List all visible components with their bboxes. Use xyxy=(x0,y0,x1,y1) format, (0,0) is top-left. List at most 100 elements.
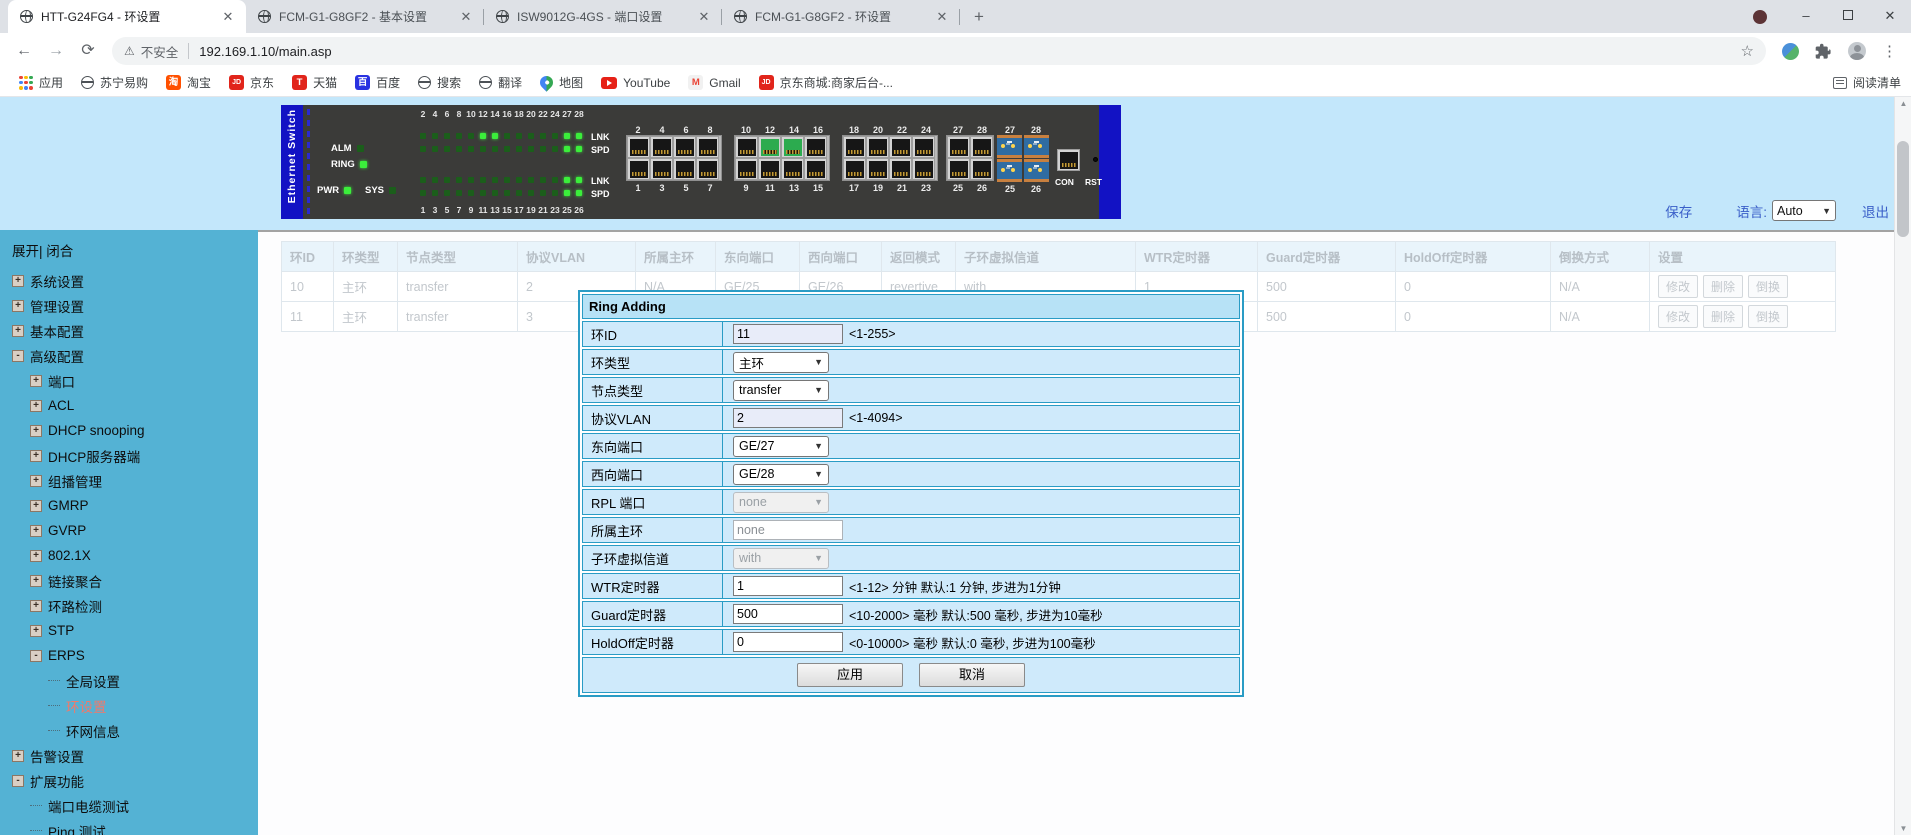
tab-close-icon[interactable]: ✕ xyxy=(696,9,712,25)
browser-tab[interactable]: FCM-G1-G8GF2 - 基本设置✕ xyxy=(246,0,484,33)
tab-close-icon[interactable]: ✕ xyxy=(220,9,236,25)
sidebar-item-基本配置[interactable]: +基本配置 xyxy=(12,318,258,343)
logout-link[interactable]: 退出 xyxy=(1862,201,1889,221)
row-action-button[interactable]: 倒换 xyxy=(1748,305,1788,328)
expand-plus-icon[interactable]: + xyxy=(30,450,42,462)
expand-plus-icon[interactable]: + xyxy=(12,300,24,312)
reading-list-button[interactable]: 阅读清单 xyxy=(1833,74,1901,91)
bookmark-item[interactable]: 翻译 xyxy=(470,72,531,94)
sidebar-item-dhcp服务器端[interactable]: +DHCP服务器端 xyxy=(12,443,258,468)
sidebar-item-链接聚合[interactable]: +链接聚合 xyxy=(12,568,258,593)
maximize-button[interactable] xyxy=(1827,0,1869,33)
save-link[interactable]: 保存 xyxy=(1665,201,1692,221)
status-circle-icon[interactable] xyxy=(1753,10,1767,24)
browser-tab[interactable]: ISW9012G-4GS - 端口设置✕ xyxy=(484,0,722,33)
sidebar-item-告警设置[interactable]: +告警设置 xyxy=(12,743,258,768)
sidebar-item-环网信息[interactable]: 环网信息 xyxy=(12,718,258,743)
sidebar-item-端口[interactable]: +端口 xyxy=(12,368,258,393)
apply-button[interactable]: 应用 xyxy=(797,663,903,687)
field-input-holdoff定时器[interactable] xyxy=(733,632,843,652)
field-select-环类型[interactable]: 主环▼ xyxy=(733,352,829,373)
expand-plus-icon[interactable]: + xyxy=(30,625,42,637)
bookmark-star-icon[interactable]: ☆ xyxy=(1741,42,1754,60)
collapse-minus-icon[interactable]: - xyxy=(30,650,42,662)
sidebar-item-环路检测[interactable]: +环路检测 xyxy=(12,593,258,618)
page-scrollbar[interactable]: ▲ ▼ xyxy=(1894,97,1911,835)
cancel-button[interactable]: 取消 xyxy=(919,663,1025,687)
field-input-wtr定时器[interactable] xyxy=(733,576,843,596)
expand-plus-icon[interactable]: + xyxy=(30,550,42,562)
expand-plus-icon[interactable]: + xyxy=(12,275,24,287)
expand-plus-icon[interactable]: + xyxy=(30,600,42,612)
browser-menu-icon[interactable]: ⋮ xyxy=(1882,42,1897,60)
expand-plus-icon[interactable]: + xyxy=(30,500,42,512)
expand-plus-icon[interactable]: + xyxy=(12,325,24,337)
minimize-button[interactable]: – xyxy=(1785,0,1827,33)
expand-all-link[interactable]: 展开 xyxy=(12,244,39,259)
close-window-button[interactable]: ✕ xyxy=(1869,0,1911,33)
sidebar-item-acl[interactable]: +ACL xyxy=(12,393,258,418)
sidebar-item-stp[interactable]: +STP xyxy=(12,618,258,643)
bookmark-item[interactable]: 地图 xyxy=(531,72,592,94)
language-select[interactable]: Auto ▼ xyxy=(1772,200,1836,221)
collapse-minus-icon[interactable]: - xyxy=(12,350,24,362)
bookmark-item[interactable]: JD京东 xyxy=(220,72,283,94)
row-action-button[interactable]: 修改 xyxy=(1658,305,1698,328)
new-tab-button[interactable]: + xyxy=(966,4,992,30)
scroll-down-arrow[interactable]: ▼ xyxy=(1895,824,1911,833)
sidebar-item-ping-测试[interactable]: Ping 测试 xyxy=(12,818,258,835)
scroll-up-arrow[interactable]: ▲ xyxy=(1895,99,1911,108)
sidebar-item-802-1x[interactable]: +802.1X xyxy=(12,543,258,568)
sidebar-item-全局设置[interactable]: 全局设置 xyxy=(12,668,258,693)
tab-close-icon[interactable]: ✕ xyxy=(934,9,950,25)
sidebar-item-gvrp[interactable]: +GVRP xyxy=(12,518,258,543)
expand-plus-icon[interactable]: + xyxy=(30,525,42,537)
sidebar-item-gmrp[interactable]: +GMRP xyxy=(12,493,258,518)
row-action-button[interactable]: 删除 xyxy=(1703,275,1743,298)
tab-close-icon[interactable]: ✕ xyxy=(458,9,474,25)
expand-plus-icon[interactable]: + xyxy=(12,750,24,762)
expand-plus-icon[interactable]: + xyxy=(30,575,42,587)
collapse-all-link[interactable]: 闭合 xyxy=(46,244,73,259)
profile-avatar[interactable] xyxy=(1848,42,1866,60)
reset-button[interactable] xyxy=(1093,157,1098,162)
expand-plus-icon[interactable]: + xyxy=(30,425,42,437)
bookmark-item[interactable]: 搜索 xyxy=(409,72,470,94)
bookmark-item[interactable]: YouTube xyxy=(592,72,679,94)
bookmark-item[interactable]: MGmail xyxy=(679,72,749,94)
sidebar-item-管理设置[interactable]: +管理设置 xyxy=(12,293,258,318)
row-action-button[interactable]: 倒换 xyxy=(1748,275,1788,298)
browser-tab[interactable]: FCM-G1-G8GF2 - 环设置✕ xyxy=(722,0,960,33)
bookmark-item[interactable]: JD京东商城:商家后台-... xyxy=(750,72,902,94)
bookmark-item[interactable]: T天猫 xyxy=(283,72,346,94)
field-select-西向端口[interactable]: GE/28▼ xyxy=(733,464,829,485)
row-action-button[interactable]: 删除 xyxy=(1703,305,1743,328)
field-input-环id[interactable] xyxy=(733,324,843,344)
collapse-minus-icon[interactable]: - xyxy=(12,775,24,787)
reload-button[interactable]: ⟳ xyxy=(74,37,102,65)
bookmark-item[interactable]: 百百度 xyxy=(346,72,409,94)
field-select-东向端口[interactable]: GE/27▼ xyxy=(733,436,829,457)
expand-plus-icon[interactable]: + xyxy=(30,475,42,487)
field-input-协议vlan[interactable] xyxy=(733,408,843,428)
field-input-guard定时器[interactable] xyxy=(733,604,843,624)
sidebar-item-环设置[interactable]: 环设置 xyxy=(12,693,258,718)
field-select-节点类型[interactable]: transfer▼ xyxy=(733,380,829,401)
row-action-button[interactable]: 修改 xyxy=(1658,275,1698,298)
security-label[interactable]: 不安全 xyxy=(141,42,179,61)
sidebar-item-dhcp-snooping[interactable]: +DHCP snooping xyxy=(12,418,258,443)
forward-button[interactable]: → xyxy=(42,37,70,65)
bookmark-item[interactable]: 淘淘宝 xyxy=(157,72,220,94)
sidebar-item-erps[interactable]: -ERPS xyxy=(12,643,258,668)
sidebar-item-组播管理[interactable]: +组播管理 xyxy=(12,468,258,493)
sidebar-item-端口电缆测试[interactable]: 端口电缆测试 xyxy=(12,793,258,818)
expand-plus-icon[interactable]: + xyxy=(30,400,42,412)
url-text[interactable]: 192.169.1.10/main.asp xyxy=(199,44,331,59)
bookmark-item[interactable]: 苏宁易购 xyxy=(72,72,157,94)
scrollbar-thumb[interactable] xyxy=(1897,141,1909,237)
extension-icon[interactable] xyxy=(1782,43,1799,60)
expand-plus-icon[interactable]: + xyxy=(30,375,42,387)
extensions-puzzle-icon[interactable] xyxy=(1815,43,1832,60)
sidebar-item-扩展功能[interactable]: -扩展功能 xyxy=(12,768,258,793)
sidebar-item-系统设置[interactable]: +系统设置 xyxy=(12,268,258,293)
